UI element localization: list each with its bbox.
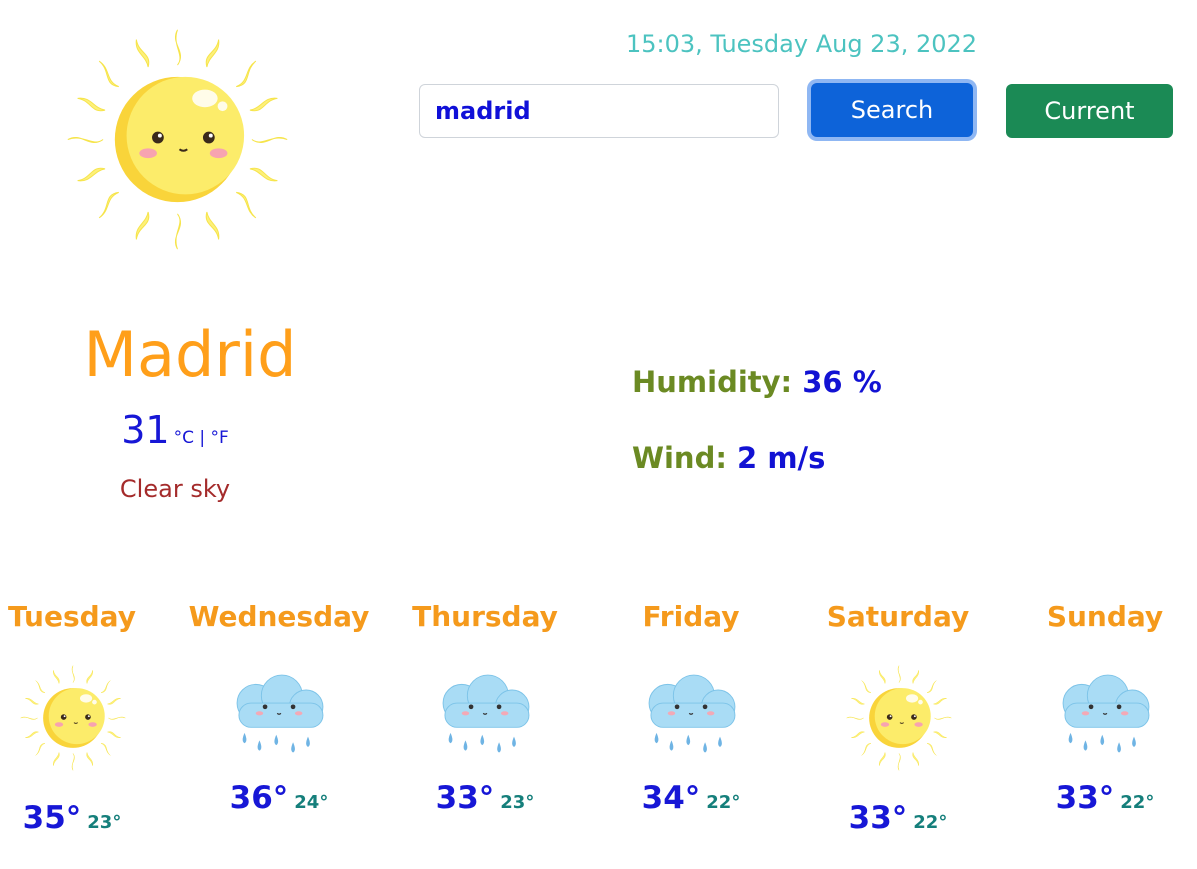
- rain-cloud-icon: [224, 662, 336, 774]
- weather-description: Clear sky: [119, 475, 231, 503]
- forecast-min: 24°: [294, 792, 329, 813]
- forecast-day: Wednesday 36° 24°: [176, 600, 382, 860]
- forecast-day: Saturday 33° 22°: [795, 600, 1001, 860]
- forecast-max: 36°: [229, 780, 289, 816]
- forecast-max: 35°: [22, 800, 82, 836]
- search-button[interactable]: Search: [811, 83, 973, 137]
- current-temperature-row: 31 °C | °F: [40, 408, 310, 452]
- wind-label: Wind:: [632, 441, 727, 475]
- sun-icon: [17, 662, 129, 774]
- rain-cloud-icon: [636, 662, 748, 774]
- forecast-day-name: Friday: [642, 600, 740, 633]
- rain-cloud-icon: [430, 662, 542, 774]
- forecast-min: 22°: [1120, 792, 1155, 813]
- rain-cloud-icon: [1050, 662, 1162, 774]
- forecast-day-name: Wednesday: [188, 600, 370, 633]
- current-temperature: 31: [121, 408, 170, 452]
- city-search-input[interactable]: [419, 84, 779, 138]
- forecast-temps: 36° 24°: [176, 780, 382, 816]
- forecast-day-name: Saturday: [826, 600, 970, 633]
- city-name: Madrid: [83, 318, 297, 391]
- forecast-day: Tuesday 35° 23°: [0, 600, 175, 860]
- forecast-day-name: Thursday: [412, 600, 558, 633]
- forecast-min: 23°: [500, 792, 535, 813]
- forecast-temps: 33° 23°: [382, 780, 588, 816]
- humidity-stat: Humidity: 36 %: [632, 365, 882, 399]
- forecast-temps: 33° 22°: [1002, 780, 1197, 816]
- forecast-day: Friday 34° 22°: [588, 600, 794, 860]
- unit-toggle[interactable]: °C | °F: [174, 428, 229, 448]
- forecast-temps: 34° 22°: [588, 780, 794, 816]
- forecast-min: 22°: [913, 812, 948, 833]
- humidity-value: 36 %: [802, 365, 882, 399]
- wind-value: 2 m/s: [737, 441, 826, 475]
- forecast-min: 22°: [706, 792, 741, 813]
- current-location-button[interactable]: Current: [1006, 84, 1173, 138]
- forecast-day-name: Tuesday: [8, 600, 136, 633]
- forecast-day: Thursday 33° 23°: [382, 600, 588, 860]
- wind-stat: Wind: 2 m/s: [632, 441, 825, 475]
- humidity-label: Humidity:: [632, 365, 793, 399]
- forecast-day: Sunday 33° 22°: [1002, 600, 1197, 860]
- forecast-temps: 35° 23°: [0, 800, 175, 836]
- sun-icon: [843, 662, 955, 774]
- forecast-max: 33°: [1055, 780, 1115, 816]
- forecast-min: 23°: [87, 812, 122, 833]
- forecast-day-name: Sunday: [1046, 600, 1164, 633]
- current-datetime: 15:03, Tuesday Aug 23, 2022: [626, 30, 978, 58]
- forecast-max: 33°: [435, 780, 495, 816]
- forecast-max: 34°: [641, 780, 701, 816]
- forecast-temps: 33° 22°: [795, 800, 1001, 836]
- forecast-max: 33°: [848, 800, 908, 836]
- sun-icon: [55, 22, 300, 257]
